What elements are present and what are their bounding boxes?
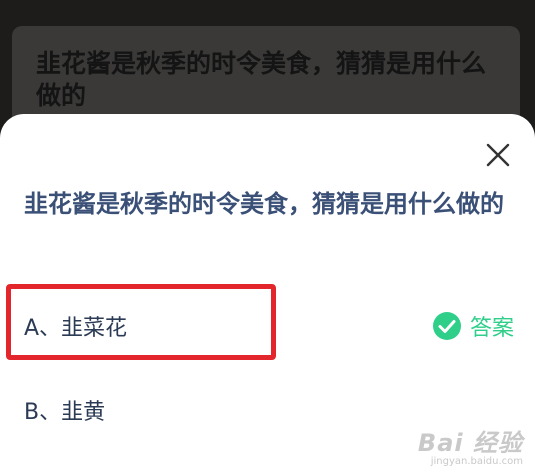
background-question-text: 韭花酱是秋季的时令美食，猜猜是用什么做的 bbox=[36, 49, 487, 110]
answer-badge: 答案 bbox=[432, 310, 514, 342]
watermark-url: jingyan.baidu.com bbox=[430, 456, 523, 467]
watermark-logo: Bai 经验 bbox=[417, 429, 523, 457]
option-b-label: B、韭黄 bbox=[24, 400, 106, 425]
close-icon[interactable] bbox=[483, 140, 513, 170]
answer-label: 答案 bbox=[469, 316, 514, 341]
baidu-jingyan-watermark: Bai 经验 jingyan.baidu.com bbox=[418, 430, 523, 468]
option-b[interactable]: B、韭黄 bbox=[24, 390, 514, 430]
highlight-annotation bbox=[6, 284, 276, 360]
check-circle-icon bbox=[432, 312, 461, 340]
question-title: 韭花酱是秋季的时令美食，猜猜是用什么做的 bbox=[24, 190, 504, 218]
